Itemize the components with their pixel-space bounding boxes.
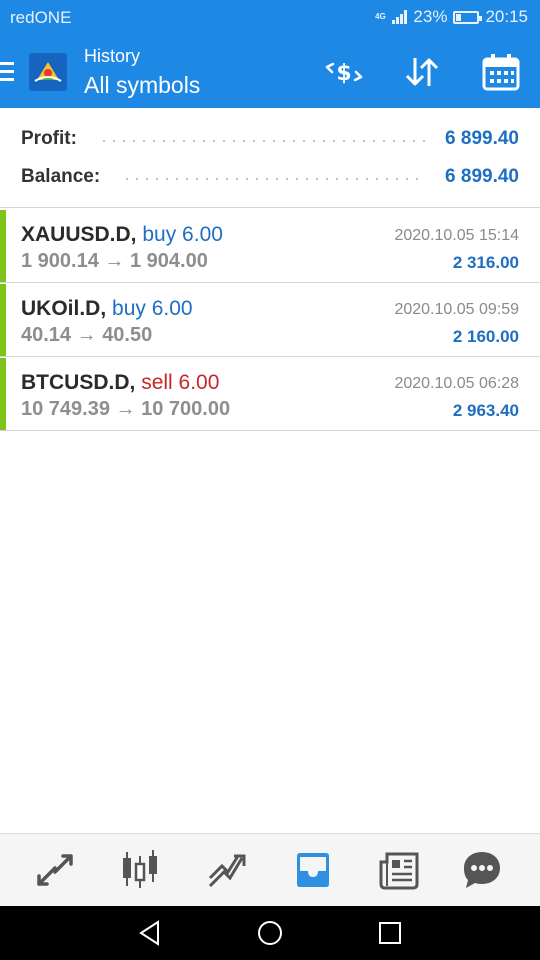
trade-side: sell 6.00 <box>141 371 220 394</box>
calendar-icon[interactable] <box>481 52 521 92</box>
trade-prices: 1 900.14 → 1 904.00 <box>21 250 208 273</box>
screen-subtitle: History <box>84 46 141 66</box>
trade-row[interactable]: BTCUSD.D, sell 6.00 10 749.39 → 10 700.0… <box>0 358 540 431</box>
home-icon[interactable] <box>256 919 284 947</box>
clock: 20:15 <box>485 7 528 26</box>
bottom-navigation <box>0 833 540 906</box>
recents-icon[interactable] <box>376 919 404 947</box>
chart-candles-icon[interactable] <box>118 848 162 892</box>
back-icon[interactable] <box>136 919 164 947</box>
history-inbox-icon[interactable] <box>291 848 335 892</box>
arrow-icon: → <box>115 398 136 420</box>
trade-time: 2020.10.05 15:14 <box>394 227 519 244</box>
open-price: 40.14 <box>21 324 72 346</box>
trade-time: 2020.10.05 06:28 <box>394 375 519 392</box>
trade-time: 2020.10.05 09:59 <box>394 301 519 318</box>
arrow-icon: → <box>104 250 125 272</box>
metatrader-logo[interactable] <box>29 53 67 91</box>
open-price: 1 900.14 <box>21 250 99 272</box>
trade-side: buy 6.00 <box>112 297 193 320</box>
sort-icon[interactable] <box>402 52 442 92</box>
trade-symbol: BTCUSD.D, <box>21 371 136 394</box>
news-icon[interactable] <box>377 848 421 892</box>
status-bar: redONE 4G 23% 20:15 <box>0 0 540 36</box>
trade-symbol: XAUUSD.D, <box>21 223 137 246</box>
battery-percent: 23% <box>413 7 448 26</box>
arrow-icon: → <box>76 324 97 346</box>
status-icons: 4G 23% 20:15 <box>374 7 528 27</box>
trade-row[interactable]: XAUUSD.D, buy 6.00 1 900.14 → 1 904.00 2… <box>0 210 540 283</box>
balance-label: Balance: <box>21 166 101 187</box>
profit-value: 6 899.40 <box>445 128 519 149</box>
trade-symbol: UKOil.D, <box>21 297 107 320</box>
close-price: 40.50 <box>102 324 153 346</box>
balance-row: Balance: 6 899.40 <box>21 164 519 190</box>
carrier-name: redONE <box>10 8 72 27</box>
trade-row[interactable]: UKOil.D, buy 6.00 40.14 → 40.50 2020.10.… <box>0 284 540 357</box>
dotted-leader <box>98 140 426 142</box>
app-bar: History All symbols $ <box>0 36 540 108</box>
dotted-leader <box>122 178 426 180</box>
page-title[interactable]: All symbols <box>84 72 200 99</box>
trade-title: BTCUSD.D, sell 6.00 <box>21 371 219 395</box>
trade-profit: 2 963.40 <box>452 401 519 420</box>
chat-icon[interactable] <box>460 848 504 892</box>
profit-indicator-bar <box>0 284 6 356</box>
deposit-withdrawal-icon[interactable]: $ <box>324 52 364 92</box>
trade-title: XAUUSD.D, buy 6.00 <box>21 223 223 247</box>
balance-value: 6 899.40 <box>445 166 519 187</box>
close-price: 10 700.00 <box>141 398 231 420</box>
profit-label: Profit: <box>21 128 77 149</box>
profit-indicator-bar <box>0 210 6 282</box>
system-navigation-bar <box>0 906 540 960</box>
account-summary: Profit: 6 899.40 Balance: 6 899.40 <box>0 108 540 208</box>
quotes-icon[interactable] <box>33 848 77 892</box>
open-price: 10 749.39 <box>21 398 110 420</box>
trade-icon[interactable] <box>204 848 248 892</box>
profit-indicator-bar <box>0 358 6 430</box>
trade-prices: 10 749.39 → 10 700.00 <box>21 398 230 421</box>
svg-text:$: $ <box>336 61 351 86</box>
trade-side: buy 6.00 <box>142 223 223 246</box>
trade-title: UKOil.D, buy 6.00 <box>21 297 193 321</box>
profit-row: Profit: 6 899.40 <box>21 126 519 152</box>
trade-prices: 40.14 → 40.50 <box>21 324 152 347</box>
signal-icon <box>392 10 408 24</box>
battery-icon <box>453 10 483 24</box>
menu-icon[interactable] <box>0 62 14 82</box>
close-price: 1 904.00 <box>129 250 208 272</box>
network-type-label: 4G <box>375 12 386 21</box>
trade-profit: 2 160.00 <box>452 327 519 346</box>
trade-profit: 2 316.00 <box>452 253 519 272</box>
